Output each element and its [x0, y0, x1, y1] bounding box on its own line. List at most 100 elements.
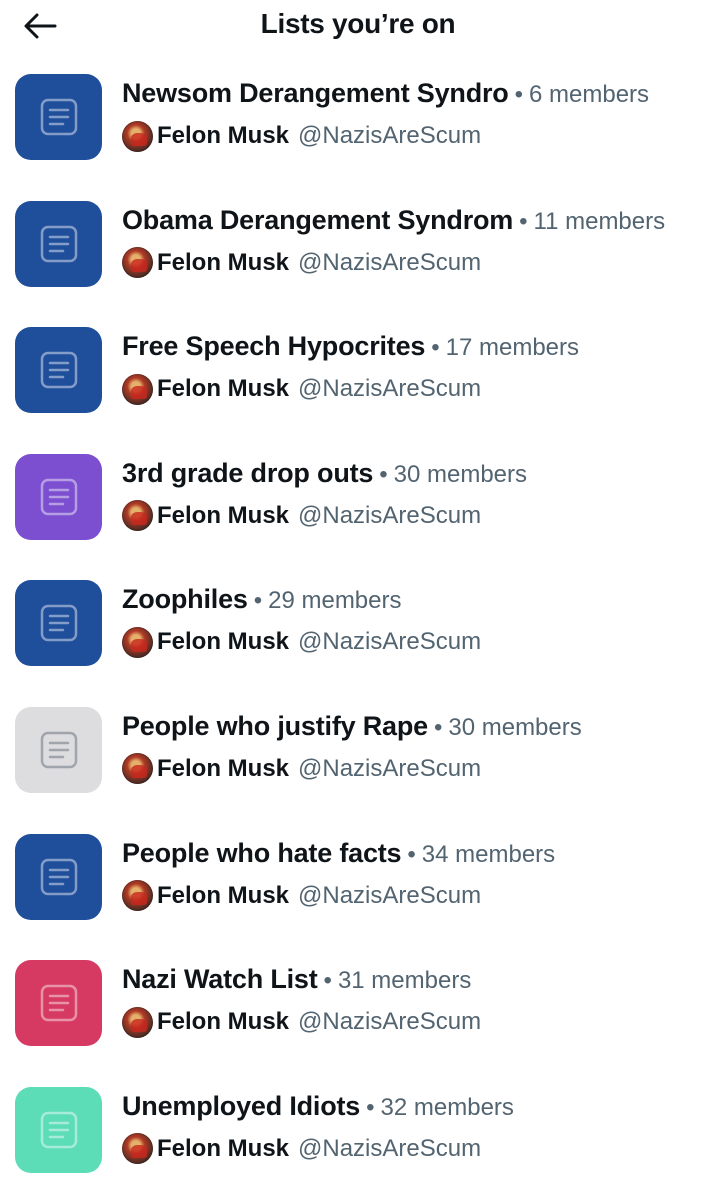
list-document-icon [40, 98, 77, 136]
list-owner: Felon Musk @NazisAreScum [122, 1133, 708, 1165]
avatar[interactable] [122, 247, 153, 279]
separator-dot: • [433, 713, 443, 741]
list-title-row: 3rd grade drop outs • 30 members [122, 455, 708, 491]
list-name: People who hate facts [122, 837, 402, 868]
list-owner: Felon Musk @NazisAreScum [122, 500, 708, 532]
owner-name[interactable]: Felon Musk [157, 628, 289, 656]
list-owner: Felon Musk @NazisAreScum [122, 1006, 708, 1038]
owner-name[interactable]: Felon Musk [157, 122, 289, 150]
list-title-row: Unemployed Idiots • 32 members [122, 1088, 708, 1124]
owner-name[interactable]: Felon Musk [157, 882, 289, 910]
member-count: 17 members [445, 334, 580, 362]
list-item[interactable]: Free Speech Hypocrites • 17 members Felon M… [0, 316, 716, 443]
owner-handle: @NazisAreScum [298, 375, 482, 403]
list-owner: Felon Musk @NazisAreScum [122, 120, 708, 152]
avatar[interactable] [122, 1006, 153, 1038]
list-item[interactable]: Unemployed Idiots • 32 members Felon Musk @N… [0, 1076, 716, 1202]
list-name: Free Speech Hypocrites [122, 331, 426, 362]
list-name: Nazi Watch List [122, 964, 318, 995]
list-avatar [15, 74, 102, 160]
owner-handle: @NazisAreScum [298, 122, 482, 149]
avatar[interactable] [122, 120, 153, 152]
avatar[interactable] [122, 1133, 153, 1165]
list-document-icon [40, 605, 77, 642]
list-item[interactable]: Obama Derangement Syndrom • 11 members Felo… [0, 190, 716, 317]
list-name: Zoophiles [122, 584, 248, 615]
owner-handle: @NazisAreScum [298, 501, 482, 529]
list-name: Newsom Derangement Syndro [122, 78, 509, 108]
list-item[interactable]: Nazi Watch List • 31 members Felon Musk @Naz… [0, 949, 716, 1076]
list-title-row: People who justify Rape • 30 members [122, 708, 708, 744]
list-avatar [15, 580, 102, 667]
owner-name[interactable]: Felon Musk [157, 755, 289, 783]
list-text: 3rd grade drop outs • 30 members Felon Musk… [122, 455, 708, 532]
owner-name[interactable]: Felon Musk [157, 502, 289, 530]
list-title-row: Newsom Derangement Syndro • 6 members [122, 75, 708, 111]
list-name: Obama Derangement Syndrom [122, 204, 514, 235]
owner-name[interactable]: Felon Musk [157, 375, 289, 403]
owner-name[interactable]: Felon Musk [157, 249, 289, 277]
member-count: 29 members [268, 587, 402, 615]
list-name: 3rd grade drop outs [122, 457, 374, 488]
owner-handle: @NazisAreScum [298, 1008, 482, 1036]
list-owner: Felon Musk @NazisAreScum [122, 753, 708, 785]
list-owner: Felon Musk @NazisAreScum [122, 247, 708, 279]
owner-handle: @NazisAreScum [298, 754, 482, 782]
list-document-icon [40, 1111, 77, 1148]
avatar[interactable] [122, 880, 153, 912]
separator-dot: • [407, 840, 416, 868]
list-avatar [15, 327, 102, 414]
list-document-icon [40, 351, 77, 389]
list-text: People who justify Rape • 30 members Felon … [122, 708, 708, 785]
owner-name[interactable]: Felon Musk [157, 1008, 289, 1036]
list-name: Unemployed Idiots [122, 1090, 361, 1121]
list-title-row: Free Speech Hypocrites • 17 members [122, 328, 708, 364]
list-owner: Felon Musk @NazisAreScum [122, 880, 708, 912]
owner-handle: @NazisAreScum [298, 881, 482, 909]
owner-name[interactable]: Felon Musk [157, 1135, 289, 1163]
owner-handle: @NazisAreScum [298, 1134, 482, 1162]
member-count: 6 members [529, 81, 650, 108]
list-document-icon [40, 731, 77, 769]
list-text: Newsom Derangement Syndro • 6 members Felon… [122, 75, 708, 152]
list-text: Free Speech Hypocrites • 17 members Felon M… [122, 328, 708, 405]
member-count: 34 members [421, 840, 556, 868]
member-count: 11 members [533, 207, 666, 235]
avatar[interactable] [122, 753, 153, 785]
list-document-icon [40, 478, 77, 516]
member-count: 30 members [393, 460, 528, 488]
avatar[interactable] [122, 626, 153, 658]
avatar[interactable] [122, 500, 153, 532]
list-item[interactable]: Zoophiles • 29 members Felon Musk @NazisAreS… [0, 569, 716, 696]
list-text: Nazi Watch List • 31 members Felon Musk @Naz… [122, 961, 708, 1038]
list-avatar [15, 706, 102, 793]
list-avatar [15, 200, 102, 287]
separator-dot: • [379, 460, 388, 488]
page-title: Lists you’re on [260, 8, 456, 39]
list-owner: Felon Musk @NazisAreScum [122, 626, 708, 658]
lists-container: Newsom Derangement Syndro • 6 members Felon… [0, 63, 716, 1202]
list-owner: Felon Musk @NazisAreScum [122, 373, 708, 405]
list-document-icon [40, 225, 77, 262]
header-bar: Lists you’re on [0, 0, 716, 60]
list-text: People who hate facts • 34 members Felon Mu… [122, 835, 708, 912]
separator-dot: • [519, 207, 528, 235]
list-title-row: Zoophiles • 29 members [122, 581, 708, 617]
list-name: People who justify Rape [122, 710, 428, 741]
list-title-row: Obama Derangement Syndrom • 11 members [122, 202, 708, 238]
separator-dot: • [323, 967, 332, 995]
list-text: Zoophiles • 29 members Felon Musk @NazisAreS… [122, 581, 708, 658]
list-avatar [15, 453, 102, 540]
avatar[interactable] [122, 373, 153, 405]
list-text: Obama Derangement Syndrom • 11 members Felo… [122, 202, 708, 279]
owner-handle: @NazisAreScum [298, 628, 482, 656]
list-item[interactable]: 3rd grade drop outs • 30 members Felon Musk… [0, 443, 716, 570]
list-item[interactable]: People who hate facts • 34 members Felon Mu… [0, 823, 716, 950]
list-text: Unemployed Idiots • 32 members Felon Musk @N… [122, 1088, 708, 1165]
list-item[interactable]: Newsom Derangement Syndro • 6 members Felon… [0, 63, 716, 190]
list-title-row: Nazi Watch List • 31 members [122, 961, 708, 997]
separator-dot: • [366, 1093, 375, 1121]
owner-handle: @NazisAreScum [298, 248, 482, 276]
list-avatar [15, 833, 102, 920]
list-item[interactable]: People who justify Rape • 30 members Felon … [0, 696, 716, 823]
